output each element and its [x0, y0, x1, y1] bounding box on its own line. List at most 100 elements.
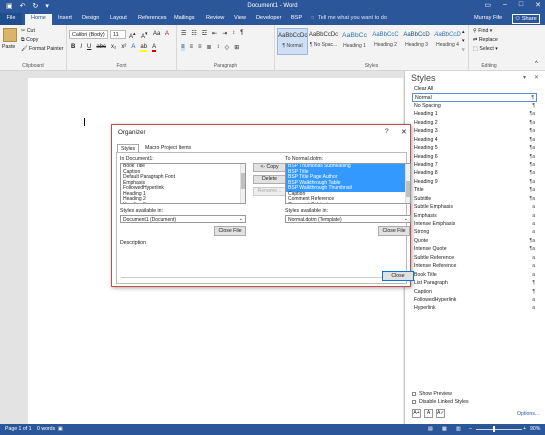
borders-icon[interactable]: ⊞: [234, 44, 239, 51]
left-list-item[interactable]: Heading 3: [121, 202, 245, 203]
minimize-icon[interactable]: –: [503, 1, 507, 9]
style-list-item[interactable]: FollowedHyperlink a: [412, 296, 537, 304]
word-count[interactable]: 0 words: [37, 426, 55, 432]
proofing-icon[interactable]: ▣: [58, 426, 63, 432]
style-list-item[interactable]: Subtitle ¶a: [412, 195, 537, 203]
subscript-button[interactable]: x₂: [111, 44, 116, 52]
web-layout-icon[interactable]: ▥: [456, 426, 461, 432]
zoom-slider-thumb[interactable]: [493, 426, 495, 432]
increase-indent-icon[interactable]: ⇥: [222, 30, 227, 37]
left-style-list[interactable]: Book Title Caption Default Paragraph Font E…: [120, 163, 246, 204]
style-list-item[interactable]: Quote ¶a: [412, 237, 537, 245]
close-button[interactable]: Close: [382, 271, 414, 281]
right-available-select[interactable]: Normal.dotm (Template) ⌄: [285, 215, 411, 223]
style-list-item[interactable]: Intense Reference a: [412, 262, 537, 270]
cut-button[interactable]: ✂ Cut: [21, 28, 35, 34]
tab-insert[interactable]: Insert: [58, 15, 72, 21]
shading-icon[interactable]: ◇: [225, 44, 230, 51]
style-list-item[interactable]: Hyperlink a: [412, 304, 537, 312]
tab-review[interactable]: Review: [206, 15, 224, 21]
zoom-in-icon[interactable]: +: [523, 426, 526, 432]
right-close-file-button[interactable]: Close File: [378, 226, 410, 236]
sort-icon[interactable]: ↕: [232, 30, 235, 37]
disable-linked-checkbox[interactable]: Disable Linked Styles: [412, 399, 469, 405]
left-available-select[interactable]: Document1 (Document) ⌄: [120, 215, 246, 223]
style-list-item[interactable]: Title ¶a: [412, 186, 537, 194]
find-button[interactable]: ⚲ Find ▾: [473, 28, 492, 34]
font-color-icon[interactable]: A: [152, 44, 157, 52]
strikethrough-button[interactable]: abc: [96, 44, 106, 52]
share-button[interactable]: ⚇ Share: [512, 14, 540, 24]
zoom-slider[interactable]: [476, 429, 522, 430]
styles-scroll-icon[interactable]: ▴ ▾ ▿: [462, 28, 465, 55]
align-right-icon[interactable]: ≡: [198, 44, 202, 51]
style-list-item[interactable]: Caption ¶: [412, 288, 537, 296]
zoom-out-icon[interactable]: –: [469, 426, 472, 432]
tab-developer[interactable]: Developer: [256, 15, 282, 21]
style-list-item[interactable]: Intense Emphasis a: [412, 220, 537, 228]
style-list-item[interactable]: Strong a: [412, 228, 537, 236]
style-list-item[interactable]: List Paragraph ¶: [412, 279, 537, 287]
paste-button[interactable]: Paste: [2, 44, 15, 50]
style-heading-4[interactable]: AaBbCcD Heading 4: [432, 28, 463, 55]
manage-styles-icon[interactable]: A✓: [436, 409, 445, 418]
replace-button[interactable]: ⇄ Replace: [473, 37, 498, 43]
right-style-list[interactable]: BSP Thumbnail Subheading BSP Title BSP Tit…: [285, 163, 411, 204]
tab-design[interactable]: Design: [82, 15, 99, 21]
style-list-item[interactable]: Heading 9 ¶a: [412, 178, 537, 186]
style-list-item[interactable]: No Spacing ¶: [412, 102, 537, 110]
style-list-item[interactable]: Book Title a: [412, 271, 537, 279]
align-center-icon[interactable]: ≡: [190, 44, 194, 51]
left-close-file-button[interactable]: Close File: [214, 226, 246, 236]
align-left-icon[interactable]: ≡: [181, 44, 185, 51]
styles-options-link[interactable]: Options...: [517, 411, 539, 417]
style-list-item[interactable]: Intense Quote ¶a: [412, 245, 537, 253]
font-size-box[interactable]: 11: [110, 30, 126, 39]
help-icon[interactable]: ?: [385, 128, 389, 135]
pane-options-icon[interactable]: ▾: [523, 74, 526, 81]
tab-macro-project-items[interactable]: Macro Project Items: [142, 144, 194, 152]
copy-button[interactable]: <- Copy: [253, 163, 286, 172]
style-heading-3[interactable]: AaBbCcD Heading 3: [401, 28, 432, 55]
highlight-icon[interactable]: ab: [140, 44, 148, 52]
style-list-item[interactable]: Heading 6 ¶a: [412, 153, 537, 161]
pane-close-icon[interactable]: ✕: [534, 74, 539, 81]
tab-bsp[interactable]: BSP: [291, 15, 302, 21]
multilevel-list-icon[interactable]: ☲: [202, 30, 207, 37]
style-inspector-icon[interactable]: A: [424, 409, 433, 418]
style-list-item[interactable]: Emphasis a: [412, 212, 537, 220]
rename-button[interactable]: Rename...: [253, 187, 286, 196]
close-icon[interactable]: ✕: [535, 1, 541, 9]
grow-font-icon[interactable]: A▴: [129, 31, 136, 40]
style-no-spacing[interactable]: AaBbCcDc ¶ No Spac...: [308, 28, 339, 55]
print-layout-icon[interactable]: ▦: [442, 426, 447, 432]
text-effects-icon[interactable]: A: [131, 44, 135, 52]
style-list-item[interactable]: Normal ¶: [412, 93, 537, 102]
clear-format-icon[interactable]: A: [165, 31, 169, 37]
change-case-icon[interactable]: Aa: [153, 31, 160, 37]
tab-references[interactable]: References: [138, 15, 167, 21]
tab-layout[interactable]: Layout: [110, 15, 127, 21]
right-list-scrollbar[interactable]: [405, 164, 410, 203]
zoom-level[interactable]: 90%: [530, 426, 540, 432]
delete-button[interactable]: Delete: [253, 175, 286, 184]
shrink-font-icon[interactable]: A▾: [141, 31, 148, 40]
style-list-item[interactable]: Clear All: [412, 85, 537, 93]
right-list-item[interactable]: Comment Subject: [286, 202, 410, 203]
decrease-indent-icon[interactable]: ⇤: [212, 30, 217, 37]
scrollbar-thumb[interactable]: [406, 181, 410, 197]
underline-button[interactable]: U: [87, 44, 91, 52]
left-list-scrollbar[interactable]: [240, 164, 245, 203]
dialog-close-icon[interactable]: ✕: [401, 128, 407, 136]
copy-button[interactable]: ⧉ Copy: [21, 37, 38, 44]
style-heading-1[interactable]: AaBbCc Heading 1: [339, 28, 370, 55]
select-button[interactable]: ⬚ Select ▾: [473, 46, 498, 52]
account-name[interactable]: Murray Fife: [474, 15, 502, 21]
style-list-item[interactable]: Heading 5 ¶a: [412, 144, 537, 152]
superscript-button[interactable]: x²: [121, 44, 126, 52]
maximize-icon[interactable]: □: [519, 1, 523, 9]
style-heading-2[interactable]: AaBbCcC Heading 2: [370, 28, 401, 55]
pilcrow-icon[interactable]: ¶: [240, 30, 243, 37]
tab-home[interactable]: Home: [25, 14, 52, 25]
ribbon-display-icon[interactable]: ▭: [484, 1, 491, 9]
